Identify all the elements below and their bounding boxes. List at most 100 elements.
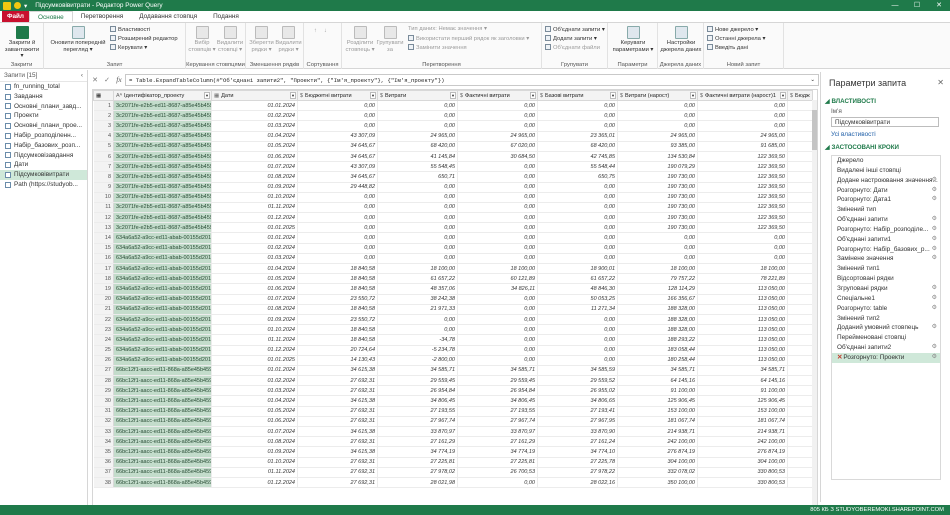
amount-cell[interactable]: 190 730,00 (617, 171, 698, 183)
project-id-cell[interactable]: 3c2071fe-e2b5-ed11-8687-a85e45b459df (113, 171, 212, 183)
date-cell[interactable]: 01.01.2025 (211, 355, 298, 366)
amount-cell[interactable]: 0,00 (297, 222, 378, 234)
append-queries-button[interactable]: Додати запити ▾ (545, 35, 597, 43)
date-cell[interactable]: 01.12.2024 (211, 477, 298, 489)
truncated-column-cell[interactable] (787, 304, 813, 315)
applied-step[interactable]: Замінене значення ⚙ (832, 254, 940, 264)
column-header[interactable]: ▦ Дати ▾ (211, 90, 298, 101)
project-id-cell[interactable]: 66bc12f1-aacc-ed11-868a-a85e45b459df (113, 446, 212, 458)
amount-cell[interactable]: 0,00 (537, 202, 618, 214)
project-id-cell[interactable]: 3c2071fe-e2b5-ed11-8687-a85e45b459df (113, 222, 212, 234)
truncated-column-cell[interactable] (787, 263, 813, 275)
amount-cell[interactable]: 34 774,19 (457, 446, 538, 458)
row-number[interactable]: 13 (93, 222, 114, 234)
date-cell[interactable]: 01.03.2024 (211, 253, 298, 265)
applied-step[interactable]: Перейменовані стовпці (832, 333, 940, 343)
amount-cell[interactable]: 122 369,50 (697, 151, 788, 163)
vertical-scrollbar[interactable] (812, 100, 817, 508)
amount-cell[interactable]: 0,00 (617, 253, 698, 265)
truncated-column-cell[interactable] (787, 375, 813, 387)
applied-step[interactable]: Джерело (832, 156, 940, 166)
amount-cell[interactable]: 350 100,00 (617, 477, 698, 489)
amount-cell[interactable]: 23 550,72 (297, 294, 378, 305)
date-cell[interactable]: 01.06.2024 (211, 283, 298, 295)
truncated-column-cell[interactable] (787, 365, 813, 377)
amount-cell[interactable]: 34 774,19 (377, 446, 458, 458)
row-number[interactable]: 26 (93, 355, 114, 366)
amount-cell[interactable]: 42 745,85 (537, 151, 618, 163)
delete-step-icon[interactable]: ✕ (837, 354, 842, 361)
column-filter-dropdown-icon[interactable]: ▾ (690, 92, 696, 99)
amount-cell[interactable]: 0,00 (297, 110, 378, 122)
column-header[interactable]: $ Витрати ▾ (377, 90, 458, 101)
date-cell[interactable]: 01.02.2024 (211, 375, 298, 387)
amount-cell[interactable]: 55 548,44 (537, 161, 618, 173)
amount-cell[interactable]: -2 800,00 (377, 355, 458, 366)
column-header[interactable]: $ Бюдж (787, 90, 813, 101)
amount-cell[interactable]: 0,00 (297, 100, 378, 112)
amount-cell[interactable]: 304 100,00 (697, 457, 788, 468)
amount-cell[interactable]: 122 369,50 (697, 212, 788, 224)
formula-input[interactable]: = Table.ExpandTableColumn(#"Об'єднані за… (125, 73, 819, 86)
amount-cell[interactable]: 113 050,00 (697, 345, 788, 356)
date-cell[interactable]: 01.05.2024 (211, 406, 298, 417)
manage-parameters-button[interactable]: Керувати параметрами ▾ (610, 26, 656, 53)
applied-step[interactable]: Згруповані рядки ⚙ (832, 284, 940, 294)
amount-cell[interactable]: 0,00 (377, 324, 458, 336)
truncated-column-cell[interactable] (787, 273, 813, 285)
text-type-icon[interactable]: Aᴬ (116, 93, 122, 99)
amount-cell[interactable]: 0,00 (377, 314, 458, 326)
amount-cell[interactable]: 0,00 (297, 212, 378, 224)
amount-cell[interactable]: 0,00 (617, 120, 698, 132)
date-cell[interactable]: 01.08.2024 (211, 436, 298, 448)
step-settings-gear-icon[interactable]: ⚙ (932, 186, 937, 196)
amount-cell[interactable]: 0,00 (377, 192, 458, 203)
truncated-column-cell[interactable] (787, 467, 813, 478)
amount-cell[interactable]: 27 692,31 (297, 416, 378, 428)
amount-cell[interactable]: 34 774,10 (537, 446, 618, 458)
amount-cell[interactable]: 24 965,00 (377, 131, 458, 142)
amount-cell[interactable]: 26 955,02 (537, 385, 618, 397)
row-number[interactable]: 28 (93, 375, 114, 387)
amount-cell[interactable]: 0,00 (457, 477, 538, 489)
query-name-input[interactable]: Підсумковівитрати (831, 117, 939, 127)
project-id-cell[interactable]: 634a6a52-a9cc-ed11-abab-00155d201c34 (113, 253, 212, 265)
amount-cell[interactable]: 0,00 (457, 355, 538, 366)
amount-cell[interactable]: 29 559,45 (457, 375, 538, 387)
truncated-column-cell[interactable] (787, 253, 813, 265)
amount-cell[interactable]: 64 145,16 (697, 375, 788, 387)
applied-step[interactable]: Змінений тип (832, 205, 940, 215)
project-id-cell[interactable]: 66bc12f1-aacc-ed11-868a-a85e45b459df (113, 426, 212, 438)
first-row-headers-button[interactable]: Використати перший рядок як заголовки ▾ (408, 35, 529, 43)
amount-cell[interactable]: 0,00 (537, 314, 618, 326)
date-cell[interactable]: 01.05.2024 (211, 141, 298, 152)
amount-cell[interactable]: 0,00 (537, 334, 618, 346)
tab-view[interactable]: Подання (205, 11, 247, 22)
row-number[interactable]: 35 (93, 446, 114, 458)
row-number[interactable]: 19 (93, 283, 114, 295)
amount-cell[interactable]: 27 193,41 (537, 406, 618, 417)
amount-cell[interactable]: 27 692,31 (297, 477, 378, 489)
amount-cell[interactable]: 48 846,30 (537, 283, 618, 295)
amount-cell[interactable]: 0,00 (537, 100, 618, 112)
project-id-cell[interactable]: 3c2071fe-e2b5-ed11-8687-a85e45b459df (113, 110, 212, 122)
amount-cell[interactable]: 18 840,58 (297, 304, 378, 315)
query-item[interactable]: fn_running_total (0, 82, 87, 92)
amount-cell[interactable]: 34 585,71 (617, 365, 698, 377)
query-item[interactable]: Основні_плани_прое... (0, 121, 87, 131)
query-item[interactable]: Підсумковізавдання (0, 151, 87, 161)
amount-cell[interactable]: 332 078,02 (617, 467, 698, 478)
amount-cell[interactable]: 125 906,45 (697, 395, 788, 407)
project-id-cell[interactable]: 634a6a52-a9cc-ed11-abab-00155d201c34 (113, 304, 212, 315)
close-window-button[interactable]: ✕ (928, 0, 950, 11)
truncated-column-cell[interactable] (787, 212, 813, 224)
amount-cell[interactable]: 27 161,29 (377, 436, 458, 448)
truncated-column-cell[interactable] (787, 161, 813, 173)
amount-cell[interactable]: 27 692,31 (297, 436, 378, 448)
amount-cell[interactable]: 242 100,00 (617, 436, 698, 448)
amount-cell[interactable]: 28 021,98 (377, 477, 458, 489)
truncated-column-cell[interactable] (787, 395, 813, 407)
amount-cell[interactable]: 0,00 (457, 120, 538, 132)
amount-cell[interactable]: 113 050,00 (697, 355, 788, 366)
amount-cell[interactable]: 0,00 (297, 232, 378, 244)
